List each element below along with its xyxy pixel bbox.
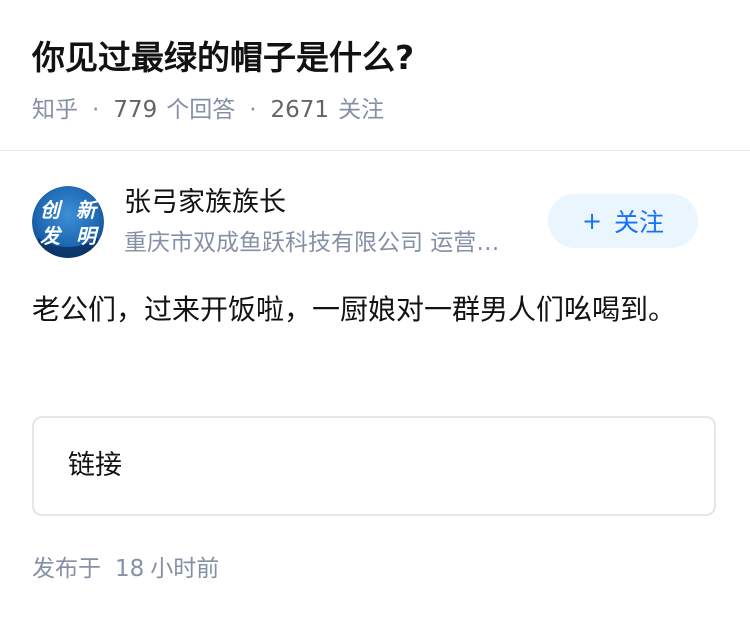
- avatar-char: 创: [40, 198, 63, 222]
- meta-source: 知乎: [32, 97, 78, 123]
- avatar-char: 发: [40, 224, 63, 248]
- avatar-image: 创 新 发 明: [32, 186, 104, 258]
- followers-label: 关注: [338, 97, 385, 123]
- follow-button[interactable]: + 关注: [548, 194, 698, 248]
- author-bio: 重庆市双成鱼跃科技有限公司 运营总监: [124, 230, 516, 256]
- question-title[interactable]: 你见过最绿的帽子是什么?: [32, 34, 722, 82]
- publish-suffix: 小时前: [150, 556, 220, 582]
- followers-count: 2671: [270, 97, 330, 123]
- publish-number: 18: [115, 556, 145, 582]
- answers-label: 个回答: [166, 97, 236, 123]
- meta-separator: ·: [92, 97, 100, 123]
- publish-prefix: 发布于: [32, 556, 101, 582]
- link-card[interactable]: 链接: [32, 416, 716, 516]
- question-meta: 知乎 · 779 个回答 · 2671 关注: [32, 94, 384, 126]
- meta-separator: ·: [249, 97, 257, 123]
- avatar[interactable]: 创 新 发 明: [32, 186, 104, 258]
- answer-text: 老公们，过来开饭啦，一厨娘对一群男人们吆喝到。: [32, 293, 677, 326]
- answers-count: 779: [113, 97, 158, 123]
- link-label: 链接: [68, 450, 122, 481]
- divider: [0, 150, 750, 151]
- follow-label: 关注: [614, 208, 665, 237]
- publish-time: 发布于 18 小时前: [32, 552, 219, 586]
- plus-icon: +: [581, 207, 603, 235]
- author-name[interactable]: 张弓家族族长: [124, 184, 286, 222]
